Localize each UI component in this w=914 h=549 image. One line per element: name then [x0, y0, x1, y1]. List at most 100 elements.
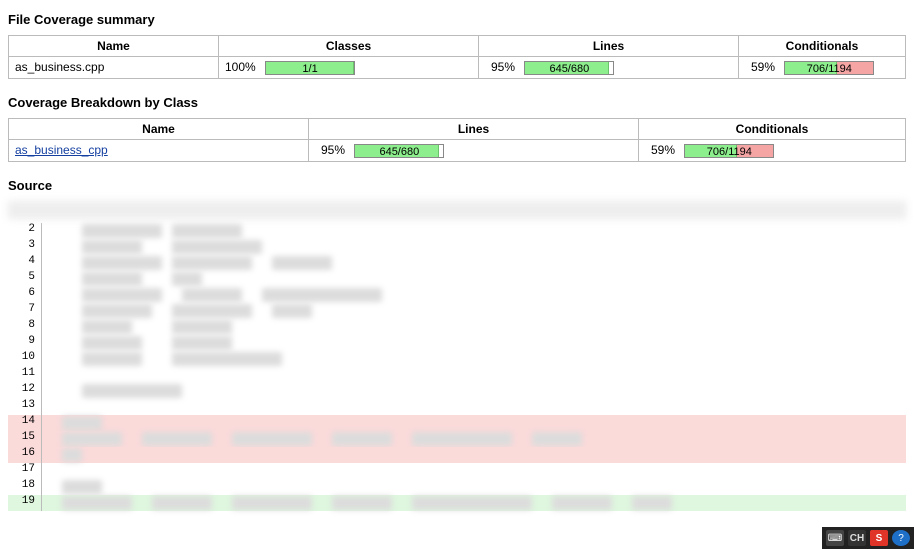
line-number: 2 — [8, 223, 42, 239]
summary-lines-cell: 95% 645/680 — [479, 57, 739, 79]
line-number: 10 — [8, 351, 42, 367]
source-header-bar — [8, 201, 906, 219]
ime-ch-icon[interactable]: CH — [848, 530, 866, 546]
line-code — [42, 319, 906, 335]
summary-title: File Coverage summary — [8, 12, 906, 27]
breakdown-lines-cell: 95% 645/680 — [309, 139, 639, 161]
help-icon[interactable]: ? — [892, 530, 910, 546]
source-line: 9 — [8, 335, 906, 351]
line-number: 14 — [8, 415, 42, 431]
col-classes: Classes — [219, 36, 479, 57]
source-line: 4 — [8, 255, 906, 271]
line-code — [42, 495, 906, 511]
line-number: 15 — [8, 431, 42, 447]
line-number: 5 — [8, 271, 42, 287]
line-number: 6 — [8, 287, 42, 303]
lines-bar-label: 645/680 — [355, 145, 443, 159]
col-name: Name — [9, 36, 219, 57]
source-line: 19 — [8, 495, 906, 511]
lines-pct: 95% — [485, 60, 521, 74]
taskbar-tray: ⌨ CH S ? — [822, 527, 914, 549]
col-conditionals: Conditionals — [739, 36, 906, 57]
line-code — [42, 415, 906, 431]
source-line: 2 — [8, 223, 906, 239]
source-line: 12 — [8, 383, 906, 399]
line-code — [42, 399, 906, 415]
sogou-icon[interactable]: S — [870, 530, 888, 546]
summary-table: Name Classes Lines Conditionals as_busin… — [8, 35, 906, 79]
source-line: 8 — [8, 319, 906, 335]
source-line: 18 — [8, 479, 906, 495]
source-line: 6 — [8, 287, 906, 303]
line-number: 16 — [8, 447, 42, 463]
source-line: 14 — [8, 415, 906, 431]
line-code — [42, 255, 906, 271]
cond-bar: 706/1194 — [784, 61, 874, 75]
line-code — [42, 303, 906, 319]
cond-bar-label: 706/1194 — [785, 62, 873, 76]
cond-pct: 59% — [645, 143, 681, 157]
line-code — [42, 223, 906, 239]
lines-pct: 95% — [315, 143, 351, 157]
line-number: 7 — [8, 303, 42, 319]
line-code — [42, 239, 906, 255]
classes-bar: 1/1 — [265, 61, 355, 75]
lines-bar: 645/680 — [524, 61, 614, 75]
classes-pct: 100% — [225, 60, 262, 74]
line-code — [42, 479, 906, 495]
summary-header-row: Name Classes Lines Conditionals — [9, 36, 906, 57]
line-code — [42, 367, 906, 383]
summary-data-row: as_business.cpp 100% 1/1 95% 645/680 59%… — [9, 57, 906, 79]
line-number: 18 — [8, 479, 42, 495]
source-line: 7 — [8, 303, 906, 319]
source-body: 2345678910111213141516171819 — [8, 223, 906, 511]
summary-classes-cell: 100% 1/1 — [219, 57, 479, 79]
line-code — [42, 287, 906, 303]
source-line: 10 — [8, 351, 906, 367]
class-link[interactable]: as_business_cpp — [15, 143, 108, 157]
cond-pct: 59% — [745, 60, 781, 74]
breakdown-name-cell: as_business_cpp — [9, 139, 309, 161]
line-code — [42, 271, 906, 287]
line-code — [42, 463, 906, 479]
line-code — [42, 351, 906, 367]
source-line: 5 — [8, 271, 906, 287]
col-lines: Lines — [309, 118, 639, 139]
line-number: 17 — [8, 463, 42, 479]
line-number: 12 — [8, 383, 42, 399]
source-line: 16 — [8, 447, 906, 463]
classes-bar-label: 1/1 — [266, 62, 354, 76]
breakdown-data-row: as_business_cpp 95% 645/680 59% 706/1194 — [9, 139, 906, 161]
line-number: 4 — [8, 255, 42, 271]
line-code — [42, 447, 906, 463]
breakdown-table: Name Lines Conditionals as_business_cpp … — [8, 118, 906, 162]
source-title: Source — [8, 178, 906, 193]
source-line: 15 — [8, 431, 906, 447]
line-number: 3 — [8, 239, 42, 255]
lines-bar-label: 645/680 — [525, 62, 613, 76]
col-name: Name — [9, 118, 309, 139]
breakdown-header-row: Name Lines Conditionals — [9, 118, 906, 139]
source-line: 11 — [8, 367, 906, 383]
summary-cond-cell: 59% 706/1194 — [739, 57, 906, 79]
cond-bar: 706/1194 — [684, 144, 774, 158]
breakdown-cond-cell: 59% 706/1194 — [639, 139, 906, 161]
line-number: 9 — [8, 335, 42, 351]
line-number: 11 — [8, 367, 42, 383]
source-line: 3 — [8, 239, 906, 255]
line-number: 19 — [8, 495, 42, 511]
source-line: 17 — [8, 463, 906, 479]
source-line: 13 — [8, 399, 906, 415]
col-lines: Lines — [479, 36, 739, 57]
line-code — [42, 335, 906, 351]
summary-name-cell: as_business.cpp — [9, 57, 219, 79]
breakdown-title: Coverage Breakdown by Class — [8, 95, 906, 110]
cond-bar-label: 706/1194 — [685, 145, 773, 159]
line-number: 13 — [8, 399, 42, 415]
line-code — [42, 431, 906, 447]
line-number: 8 — [8, 319, 42, 335]
lines-bar: 645/680 — [354, 144, 444, 158]
keyboard-icon[interactable]: ⌨ — [826, 530, 844, 546]
col-conditionals: Conditionals — [639, 118, 906, 139]
line-code — [42, 383, 906, 399]
